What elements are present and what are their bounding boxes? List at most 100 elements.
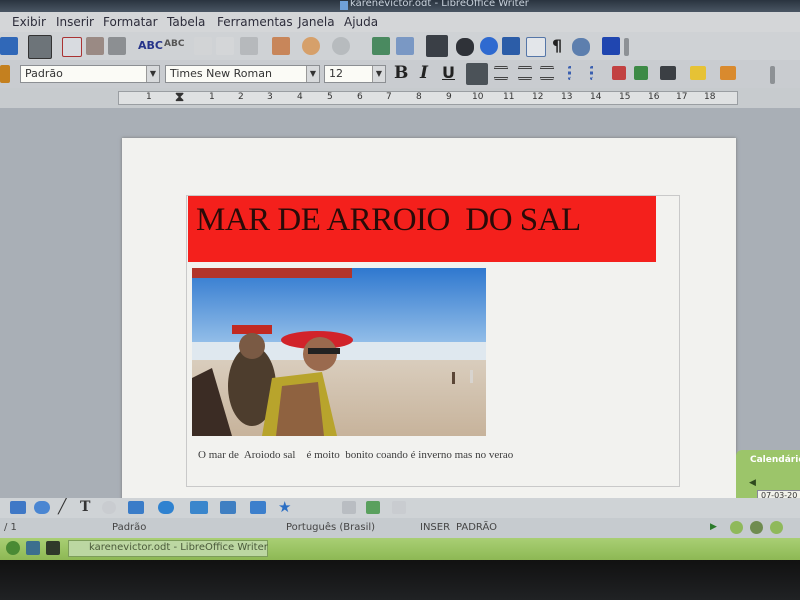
chevron-down-icon[interactable]: ▼ bbox=[146, 66, 159, 82]
zoom-out-icon[interactable] bbox=[730, 521, 743, 534]
flowchart-icon[interactable] bbox=[220, 501, 236, 514]
copy-icon[interactable] bbox=[216, 37, 234, 55]
chevron-left-icon[interactable]: ◀ bbox=[749, 478, 756, 488]
increase-indent-icon[interactable] bbox=[634, 66, 648, 80]
extrusion-icon[interactable] bbox=[392, 501, 406, 514]
spellcheck-icon[interactable]: ABC bbox=[138, 39, 163, 52]
menu-ajuda[interactable]: Ajuda bbox=[344, 15, 378, 29]
paragraph-style-value: Padrão bbox=[25, 67, 63, 80]
ruler-mark: 5 bbox=[327, 92, 333, 102]
play-icon[interactable]: ▶ bbox=[710, 522, 717, 532]
toolbar-grip-icon[interactable] bbox=[770, 66, 775, 84]
export-pdf-icon[interactable] bbox=[62, 37, 82, 57]
view-icon[interactable] bbox=[770, 521, 783, 534]
underline-icon[interactable]: U bbox=[442, 63, 455, 82]
ruler-mark: 16 bbox=[648, 92, 660, 102]
status-language[interactable]: Português (Brasil) bbox=[286, 522, 375, 533]
italic-icon[interactable]: I bbox=[420, 63, 428, 83]
star-shape-icon[interactable]: ★ bbox=[278, 498, 291, 516]
ruler-mark: 1 bbox=[146, 92, 152, 102]
document-page[interactable]: MAR DE ARROIO DO SAL O mar de Aroiodo sa… bbox=[122, 138, 736, 508]
file-manager-icon[interactable] bbox=[26, 541, 40, 555]
formatting-toolbar: Padrão ▼ Times New Roman ▼ 12 ▼ B I U bbox=[0, 60, 800, 88]
bold-icon[interactable]: B bbox=[394, 63, 408, 83]
paste-icon[interactable] bbox=[240, 37, 258, 55]
ruler-mark: 11 bbox=[503, 92, 515, 102]
paragraph-style-select[interactable]: Padrão ▼ bbox=[20, 65, 160, 83]
align-right-icon[interactable] bbox=[518, 66, 532, 80]
menu-exibir[interactable]: Exibir bbox=[12, 15, 46, 29]
text-tool-icon[interactable]: T bbox=[80, 499, 90, 515]
chevron-down-icon[interactable]: ▼ bbox=[372, 66, 385, 82]
ellipse-icon[interactable] bbox=[34, 501, 50, 514]
table-icon[interactable] bbox=[396, 37, 414, 55]
status-insert-mode[interactable]: INSER bbox=[420, 522, 450, 533]
font-size-select[interactable]: 12 ▼ bbox=[324, 65, 386, 83]
status-bar: / 1 Padrão Português (Brasil) INSER PADR… bbox=[0, 518, 800, 538]
status-style: Padrão bbox=[112, 522, 147, 533]
menu-tabela[interactable]: Tabela bbox=[167, 15, 205, 29]
ruler-mark: 4 bbox=[297, 92, 303, 102]
calendar-title: Calendário bbox=[750, 455, 800, 465]
ruler-mark: 14 bbox=[590, 92, 602, 102]
fontwork-icon[interactable] bbox=[342, 501, 356, 514]
heading-frame[interactable]: MAR DE ARROIO DO SAL bbox=[188, 196, 656, 262]
zoom-icon[interactable] bbox=[572, 38, 590, 56]
font-name-value: Times New Roman bbox=[170, 67, 272, 80]
decrease-indent-icon[interactable] bbox=[612, 66, 626, 80]
taskbar-writer-item[interactable]: karenevictor.odt - LibreOffice Writer bbox=[68, 540, 268, 557]
hyperlink-icon[interactable] bbox=[372, 37, 390, 55]
align-left-icon[interactable] bbox=[466, 63, 488, 85]
beach-photo[interactable] bbox=[192, 268, 486, 436]
font-name-select[interactable]: Times New Roman ▼ bbox=[165, 65, 320, 83]
beach-photo-image bbox=[192, 268, 486, 436]
align-center-icon[interactable] bbox=[494, 66, 508, 80]
new-document-icon[interactable] bbox=[0, 37, 18, 55]
autospell-icon[interactable]: ABC bbox=[164, 39, 184, 49]
status-selection-mode[interactable]: PADRÃO bbox=[456, 522, 497, 533]
bullets-icon[interactable] bbox=[590, 66, 604, 80]
edit-icon[interactable] bbox=[28, 35, 52, 59]
data-sources-icon[interactable] bbox=[526, 37, 546, 57]
insert-image-icon[interactable] bbox=[366, 501, 380, 514]
menu-janela[interactable]: Janela bbox=[298, 15, 335, 29]
select-icon[interactable] bbox=[10, 501, 26, 514]
document-icon bbox=[340, 1, 348, 10]
print-preview-icon[interactable] bbox=[108, 37, 126, 55]
undo-icon[interactable] bbox=[302, 37, 320, 55]
chevron-down-icon[interactable]: ▼ bbox=[306, 66, 319, 82]
block-arrows-icon[interactable] bbox=[190, 501, 208, 514]
start-menu-icon[interactable] bbox=[6, 541, 20, 555]
callouts-icon[interactable] bbox=[250, 501, 266, 514]
callout-icon[interactable] bbox=[102, 501, 116, 514]
cut-icon[interactable] bbox=[194, 37, 212, 55]
navigator-icon[interactable] bbox=[480, 37, 498, 55]
gallery-icon[interactable] bbox=[502, 37, 520, 55]
menu-formatar[interactable]: Formatar bbox=[103, 15, 158, 29]
menu-inserir[interactable]: Inserir bbox=[56, 15, 94, 29]
draw-line-icon[interactable]: ╱ bbox=[58, 499, 66, 515]
find-icon[interactable] bbox=[456, 38, 474, 56]
numbering-icon[interactable] bbox=[568, 66, 582, 80]
styles-icon[interactable] bbox=[0, 65, 10, 83]
indent-marker-icon[interactable]: ⧗ bbox=[175, 90, 184, 105]
basic-shapes-icon[interactable] bbox=[128, 501, 144, 514]
highlight-icon[interactable] bbox=[690, 66, 706, 80]
draw-functions-icon[interactable] bbox=[426, 35, 448, 57]
help-icon[interactable] bbox=[602, 37, 620, 55]
horizontal-ruler[interactable]: 1 ⧗ 1 2 3 4 5 6 7 8 9 10 11 12 13 14 15 … bbox=[0, 88, 800, 108]
justify-icon[interactable] bbox=[540, 66, 554, 80]
clone-format-icon[interactable] bbox=[272, 37, 290, 55]
print-icon[interactable] bbox=[86, 37, 104, 55]
font-size-value: 12 bbox=[329, 67, 343, 80]
redo-icon[interactable] bbox=[332, 37, 350, 55]
symbol-shapes-icon[interactable] bbox=[158, 501, 174, 514]
zoom-in-icon[interactable] bbox=[750, 521, 763, 534]
background-color-icon[interactable] bbox=[720, 66, 736, 80]
monitor-bezel bbox=[0, 560, 800, 600]
toolbar-grip-icon[interactable] bbox=[624, 38, 629, 56]
terminal-icon[interactable] bbox=[46, 541, 60, 555]
menu-ferramentas[interactable]: Ferramentas bbox=[217, 15, 293, 29]
formatting-marks-icon[interactable]: ¶ bbox=[552, 36, 562, 55]
font-color-icon[interactable] bbox=[660, 66, 676, 80]
